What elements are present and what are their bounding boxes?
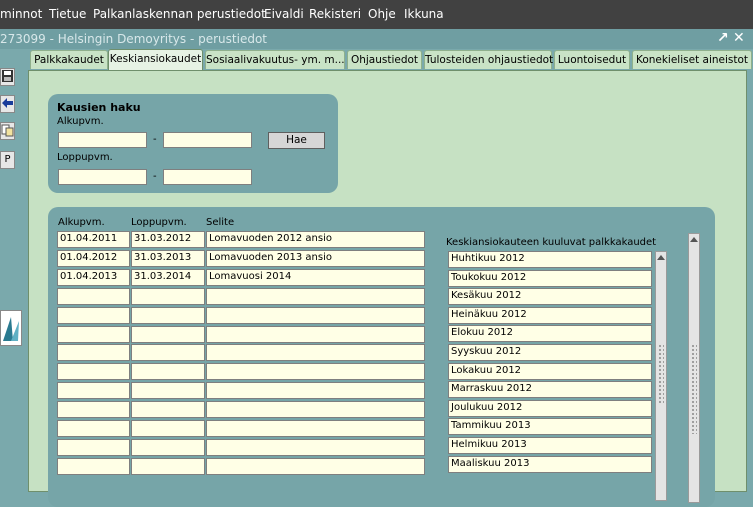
scroll-thumb[interactable] <box>691 344 697 434</box>
start-date-from-input[interactable] <box>58 132 147 148</box>
description-cell[interactable] <box>206 363 425 381</box>
end-date-cell[interactable] <box>131 325 205 343</box>
copy-document-icon[interactable] <box>0 122 15 140</box>
included-period-item[interactable]: Maaliskuu 2013 <box>448 455 652 473</box>
end-date-cell[interactable] <box>131 401 205 419</box>
end-date-cell[interactable] <box>131 420 205 437</box>
included-period-item[interactable]: Lokakuu 2012 <box>448 362 652 380</box>
tab-sosiaalivakuutus[interactable]: Sosiaalivakuutus- ym. m... <box>205 50 345 69</box>
search-title: Kausien haku <box>57 101 141 114</box>
window-title: 273099 - Helsingin Demoyritys - perustie… <box>0 32 267 46</box>
end-date-to-input[interactable] <box>163 169 252 185</box>
start-date-to-input[interactable] <box>163 132 252 148</box>
description-cell[interactable] <box>206 382 425 400</box>
tab-konekieliset-aineistot[interactable]: Konekieliset aineistot <box>632 50 752 69</box>
end-date-cell[interactable] <box>131 306 205 324</box>
start-date-cell[interactable] <box>57 363 130 381</box>
start-date-cell[interactable]: 01.04.2013 <box>57 268 130 286</box>
menu-item-palkanlaskennan-perustiedot[interactable]: Palkanlaskennan perustiedot <box>93 7 266 21</box>
close-icon[interactable]: ✕ <box>733 30 745 46</box>
fetch-button[interactable]: Hae <box>268 132 325 149</box>
tab-luontoisedut[interactable]: Luontoisedut <box>554 50 630 69</box>
included-period-item[interactable]: Joulukuu 2012 <box>448 399 652 417</box>
tab-ohjaustiedot[interactable]: Ohjaustiedot <box>347 50 422 69</box>
end-date-cell[interactable]: 31.03.2014 <box>131 268 205 286</box>
save-icon[interactable] <box>0 68 15 86</box>
scroll-thumb[interactable] <box>658 344 664 404</box>
start-date-cell[interactable] <box>57 344 130 362</box>
included-period-item[interactable]: Toukokuu 2012 <box>448 269 652 287</box>
menu-item-tietue[interactable]: Tietue <box>49 7 86 21</box>
tab-tulosteiden-ohjaustiedot[interactable]: Tulosteiden ohjaustiedot <box>424 50 553 69</box>
description-cell[interactable] <box>206 401 425 419</box>
start-date-label: Alkupvm. <box>57 116 104 127</box>
included-period-item[interactable]: Kesäkuu 2012 <box>448 288 652 306</box>
column-header-start: Alkupvm. <box>58 217 105 228</box>
end-date-cell[interactable] <box>131 344 205 362</box>
end-date-cell[interactable] <box>131 438 205 456</box>
description-cell[interactable]: Lomavuosi 2014 <box>206 268 425 286</box>
description-cell[interactable] <box>206 457 425 475</box>
end-date-cell[interactable] <box>131 363 205 381</box>
window-title-bar: 273099 - Helsingin Demoyritys - perustie… <box>0 29 753 49</box>
end-date-cell[interactable] <box>131 287 205 305</box>
end-date-label: Loppupvm. <box>57 152 113 163</box>
start-date-cell[interactable] <box>57 287 130 305</box>
end-date-cell[interactable]: 31.03.2012 <box>131 231 205 248</box>
start-date-cell[interactable] <box>57 420 130 437</box>
tab-palkkakaudet[interactable]: Palkkakaudet <box>30 50 108 69</box>
end-date-cell[interactable] <box>131 457 205 475</box>
column-header-end: Loppupvm. <box>131 217 187 228</box>
restore-icon[interactable]: ↗ <box>717 30 729 46</box>
exit-arrow-icon[interactable] <box>0 95 15 113</box>
end-date-cell[interactable] <box>131 382 205 400</box>
tab-bar: Palkkakaudet Keskiansiokaudet Sosiaaliva… <box>28 49 753 70</box>
end-date-cell[interactable]: 31.03.2013 <box>131 249 205 267</box>
description-cell[interactable] <box>206 306 425 324</box>
table-scrollbar[interactable] <box>688 233 700 503</box>
menu-item-ohje[interactable]: Ohje <box>368 7 396 21</box>
menu-item-toiminnot[interactable]: minnot <box>0 7 42 21</box>
range-dash: - <box>153 171 157 182</box>
description-cell[interactable]: Lomavuoden 2012 ansio <box>206 231 425 248</box>
end-date-from-input[interactable] <box>58 169 147 185</box>
column-header-description: Selite <box>206 217 235 228</box>
included-period-item[interactable]: Helmikuu 2013 <box>448 437 652 454</box>
scroll-up-icon[interactable] <box>690 237 698 242</box>
included-period-item[interactable]: Syyskuu 2012 <box>448 344 652 361</box>
p-button[interactable]: P <box>0 151 15 169</box>
start-date-cell[interactable] <box>57 325 130 343</box>
description-cell[interactable] <box>206 438 425 456</box>
start-date-cell[interactable] <box>57 401 130 419</box>
menu-item-ikkuna[interactable]: Ikkuna <box>404 7 444 21</box>
description-cell[interactable] <box>206 287 425 305</box>
keskiansiokaudet-panel: Kausien haku Alkupvm. - Hae Loppupvm. - … <box>28 70 747 507</box>
app-logo <box>0 310 22 346</box>
range-dash: - <box>153 134 157 145</box>
description-cell[interactable]: Lomavuoden 2013 ansio <box>206 249 425 267</box>
included-period-item[interactable]: Marraskuu 2012 <box>448 381 652 399</box>
scroll-up-icon[interactable] <box>657 255 665 260</box>
search-box: Kausien haku Alkupvm. - Hae Loppupvm. - <box>48 94 338 193</box>
included-period-item[interactable]: Elokuu 2012 <box>448 325 652 343</box>
included-periods-header: Keskiansiokauteen kuuluvat palkkakaudet <box>446 237 657 248</box>
included-period-item[interactable]: Heinäkuu 2012 <box>448 306 652 324</box>
menu-item-eivaldi[interactable]: Eivaldi <box>264 7 304 21</box>
start-date-cell[interactable] <box>57 382 130 400</box>
start-date-cell[interactable] <box>57 438 130 456</box>
description-cell[interactable] <box>206 344 425 362</box>
periods-list-scrollbar[interactable] <box>655 251 667 501</box>
included-period-item[interactable]: Tammikuu 2013 <box>448 418 652 436</box>
start-date-cell[interactable]: 01.04.2011 <box>57 231 130 248</box>
tab-keskiansiokaudet[interactable]: Keskiansiokaudet <box>108 49 203 70</box>
description-cell[interactable] <box>206 325 425 343</box>
start-date-cell[interactable] <box>57 457 130 475</box>
periods-box: Alkupvm. Loppupvm. Selite 01.04.2011 31.0… <box>48 207 715 507</box>
description-cell[interactable] <box>206 420 425 437</box>
included-period-item[interactable]: Huhtikuu 2012 <box>448 251 652 268</box>
menu-bar: minnot Tietue Palkanlaskennan perustiedo… <box>0 0 753 29</box>
start-date-cell[interactable]: 01.04.2012 <box>57 249 130 267</box>
start-date-cell[interactable] <box>57 306 130 324</box>
menu-item-rekisteri[interactable]: Rekisteri <box>309 7 361 21</box>
